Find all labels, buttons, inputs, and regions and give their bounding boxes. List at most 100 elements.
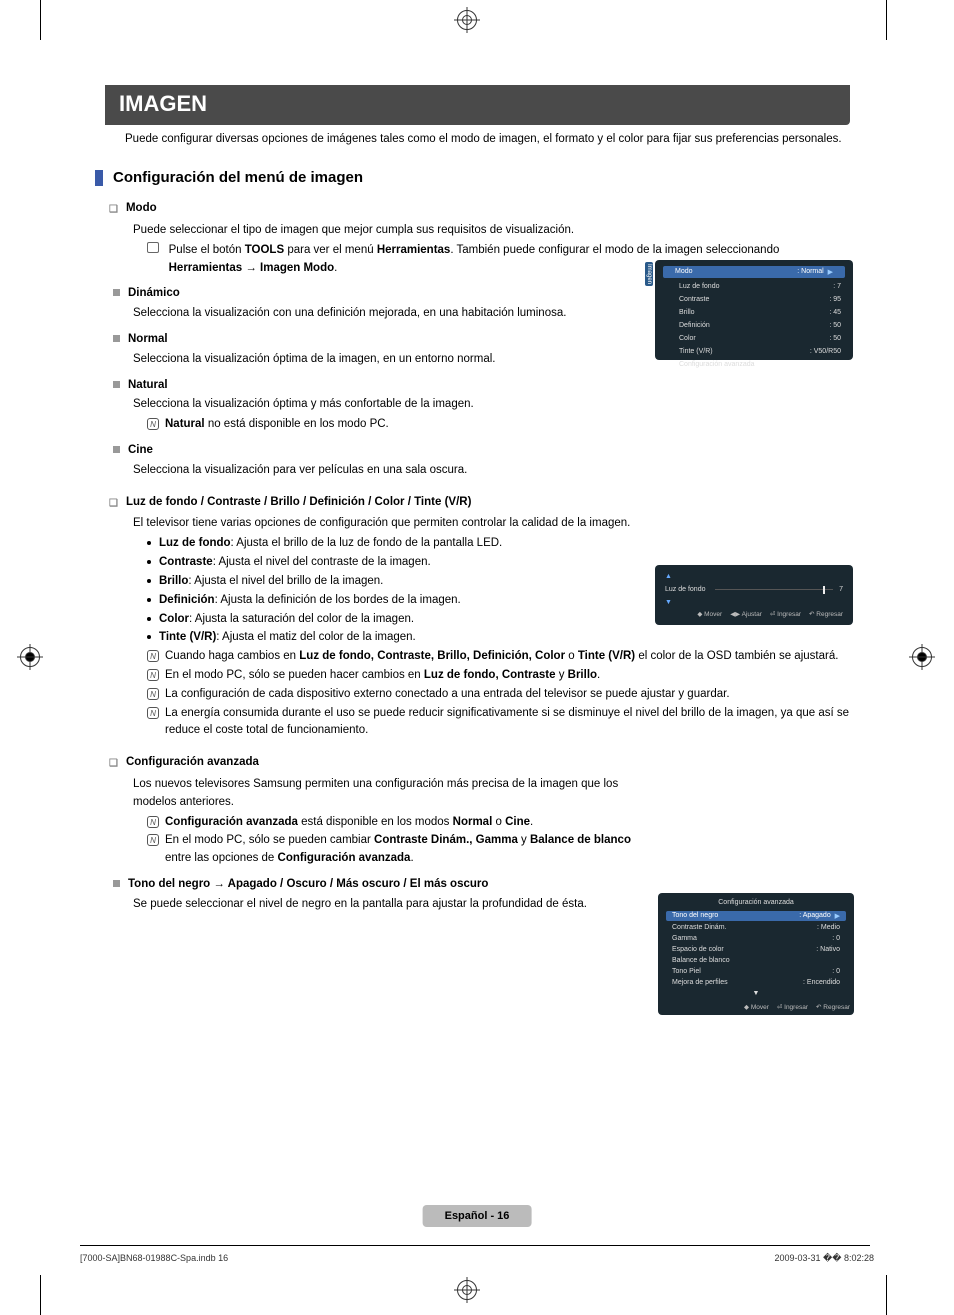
subheading-modo: ❏Modo xyxy=(109,200,853,218)
note-row: N Configuración avanzada está disponible … xyxy=(147,814,647,832)
body-text: Cuando haga cambios en Luz de fondo, Con… xyxy=(165,648,838,666)
osd-row: Luz de fondo: 7 xyxy=(659,280,849,293)
osd-label: Modo xyxy=(675,268,797,276)
osd-row: Color: 50 xyxy=(659,332,849,345)
crop-mark xyxy=(40,0,41,40)
osd-row: Configuración avanzada xyxy=(659,358,849,371)
osd-label: Balance de blanco xyxy=(672,957,840,964)
body-text: Natural no está disponible en los modo P… xyxy=(165,416,389,434)
osd-row-highlighted: Modo: Normal ▶ xyxy=(663,266,845,278)
osd-label: Tono Piel xyxy=(672,968,832,975)
osd-value: : V50/R50 xyxy=(810,348,841,355)
chevron-right-icon: ▶ xyxy=(831,912,840,920)
osd-value: : 50 xyxy=(829,335,841,342)
osd-label: Brillo xyxy=(679,309,829,316)
footer-rule xyxy=(80,1245,870,1246)
note-icon: N xyxy=(147,688,159,700)
body-text: Puede seleccionar el tipo de imagen que … xyxy=(133,222,853,240)
heading-bar-icon xyxy=(95,170,103,186)
body-text: Luz de fondo: Ajusta el brillo de la luz… xyxy=(159,535,502,553)
crop-mark xyxy=(886,0,887,40)
square-bullet-icon xyxy=(113,880,120,887)
arrow-down-icon: ▼ xyxy=(665,599,672,606)
osd-value: : 7 xyxy=(833,283,841,290)
osd-row: Espacio de color: Nativo xyxy=(662,944,850,955)
bullet-icon xyxy=(147,598,151,602)
note-icon: N xyxy=(147,707,159,719)
body-text: Selecciona la visualización para ver pel… xyxy=(133,462,853,480)
body-text: En el modo PC, sólo se pueden hacer camb… xyxy=(165,667,600,685)
registration-mark-icon xyxy=(20,647,40,667)
osd-more-indicator: ▼ xyxy=(662,988,850,999)
note-row: N En el modo PC, sólo se pueden hacer cam… xyxy=(147,667,853,685)
osd-value: : 0 xyxy=(832,968,840,975)
osd-label: Configuración avanzada xyxy=(679,361,841,368)
osd-conf-avanzada-menu: Configuración avanzada Tono del negro: A… xyxy=(658,893,854,1015)
osd-row: Tono Piel: 0 xyxy=(662,966,850,977)
osd-label: Espacio de color xyxy=(672,946,816,953)
note-icon: N xyxy=(147,650,159,662)
crop-mark xyxy=(886,1275,887,1315)
osd-slider-row: Luz de fondo 7 xyxy=(665,586,843,593)
osd-label: Tinte (V/R) xyxy=(679,348,810,355)
subheading-luz: ❏Luz de fondo / Contraste / Brillo / Def… xyxy=(109,494,853,512)
bullet-item: Luz de fondo: Ajusta el brillo de la luz… xyxy=(147,535,853,553)
registration-mark-icon xyxy=(457,1280,477,1300)
crop-mark xyxy=(40,1275,41,1315)
subheading-tono-negro: Tono del negro → Apagado / Oscuro / Más … xyxy=(113,876,853,894)
subheading-cine: Cine xyxy=(113,442,853,460)
osd-value: : 45 xyxy=(829,309,841,316)
osd-row: Definición: 50 xyxy=(659,319,849,332)
osd-label: Luz de fondo xyxy=(679,283,833,290)
square-bullet-icon xyxy=(113,335,120,342)
osd-value: : 0 xyxy=(832,935,840,942)
osd-row: Contraste: 95 xyxy=(659,293,849,306)
print-timestamp: 2009-03-31 �� 8:02:28 xyxy=(774,1253,874,1264)
osd-value: : Medio xyxy=(817,924,840,931)
osd-row: Gamma: 0 xyxy=(662,933,850,944)
osd-tab-label: Imagen xyxy=(645,262,653,286)
slider-track xyxy=(715,589,833,590)
bullet-icon xyxy=(147,579,151,583)
osd-footer: ◆ Mover⏎ Ingresar↶ Regresar xyxy=(662,1003,850,1011)
subheading-text: Luz de fondo / Contraste / Brillo / Defi… xyxy=(126,494,471,512)
registration-mark-icon xyxy=(457,10,477,30)
osd-label: Color xyxy=(679,335,829,342)
note-row: N En el modo PC, sólo se pueden cambiar C… xyxy=(147,832,647,868)
note-row: N La energía consumida durante el uso se … xyxy=(147,705,853,741)
bullet-icon xyxy=(147,541,151,545)
note-icon: N xyxy=(147,418,159,430)
subheading-conf-avanzada: ❏Configuración avanzada xyxy=(109,754,853,772)
osd-label: Mejora de perfiles xyxy=(672,979,803,986)
osd-label: Luz de fondo xyxy=(665,586,709,593)
arrow-up-icon: ▲ xyxy=(665,573,672,580)
body-text: Configuración avanzada está disponible e… xyxy=(165,814,533,832)
body-text: En el modo PC, sólo se pueden cambiar Co… xyxy=(165,832,647,868)
note-icon: N xyxy=(147,669,159,681)
osd-row: Mejora de perfiles: Encendido xyxy=(662,977,850,988)
chevron-right-icon: ▶ xyxy=(824,268,833,276)
osd-value: : Encendido xyxy=(803,979,840,986)
bullet-icon xyxy=(147,560,151,564)
body-text: La configuración de cada dispositivo ext… xyxy=(165,686,730,704)
section-heading: Configuración del menú de imagen xyxy=(95,169,853,186)
slider-thumb xyxy=(823,586,825,594)
tools-icon xyxy=(147,242,159,253)
subheading-text: Tono del negro → Apagado / Oscuro / Más … xyxy=(128,876,488,894)
osd-label: Contraste Dinám. xyxy=(672,924,817,931)
body-text: Los nuevos televisores Samsung permiten … xyxy=(133,776,633,812)
body-text: La energía consumida durante el uso se p… xyxy=(165,705,853,741)
osd-label: Tono del negro xyxy=(672,912,799,920)
body-text: Contraste: Ajusta el nivel del contraste… xyxy=(159,554,431,572)
body-text: Brillo: Ajusta el nivel del brillo de la… xyxy=(159,573,383,591)
note-icon: N xyxy=(147,834,159,846)
registration-mark-icon xyxy=(912,647,932,667)
osd-row: Contraste Dinám.: Medio xyxy=(662,922,850,933)
indb-filename: [7000-SA]BN68-01988C-Spa.indb 16 xyxy=(80,1253,228,1263)
bullet-item: Tinte (V/R): Ajusta el matiz del color d… xyxy=(147,629,853,647)
osd-value: : Nativo xyxy=(816,946,840,953)
bullet-icon xyxy=(147,617,151,621)
subheading-text: Modo xyxy=(126,200,157,218)
osd-value: 7 xyxy=(839,586,843,593)
note-icon: N xyxy=(147,816,159,828)
